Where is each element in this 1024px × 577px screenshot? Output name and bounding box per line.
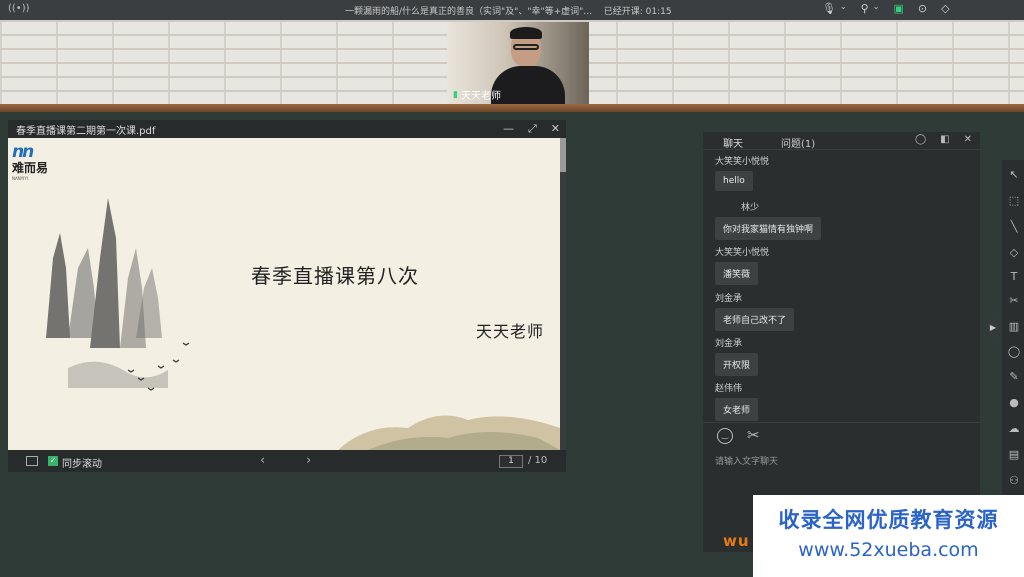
chat-header-icons: ◯ ◧ ✕ xyxy=(915,134,972,145)
camera-status-icon[interactable]: ▣ xyxy=(893,2,903,15)
pdf-footer: ✓ 同步滚动 ‹ › 1 / 10 xyxy=(8,452,566,472)
chevron-down-icon[interactable]: ⌄ xyxy=(840,2,847,15)
message-bubble: 潘笑薇 xyxy=(715,262,759,285)
lesson-title: 一颗漏雨的船/什么是真正的善良（实词"及"、"幸"等+虚词"… xyxy=(345,7,593,17)
teacher-glasses xyxy=(513,44,539,50)
message-sender: 大笑笑小悦悦 xyxy=(715,248,770,258)
webcam-name: 天天老师 xyxy=(460,91,501,102)
message-sender: 刘金承 xyxy=(715,339,743,349)
message-bubble: 老师自己改不了 xyxy=(715,308,795,331)
window-title: 一颗漏雨的船/什么是真正的善良（实词"及"、"幸"等+虚词"… 已经开课: 01… xyxy=(345,4,672,17)
title-bar: ((•)) 一颗漏雨的船/什么是真正的善良（实词"及"、"幸"等+虚词"… 已经… xyxy=(0,0,1024,20)
chat-message: 林少 你对我家猫情有独钟啊 xyxy=(715,200,822,240)
pdf-window-controls: — ⤢ ✕ xyxy=(503,122,560,136)
message-sender: 刘金承 xyxy=(715,294,743,304)
speech-bubble-icon[interactable]: ◯ xyxy=(915,134,926,145)
top-tools: 🎙︎ ⌄ ⚲ ⌄ ▣ ⊙ ◇ xyxy=(822,2,950,15)
message-list: 大笑笑小悦悦 hello 林少 你对我家猫情有独钟啊 大笑笑小悦悦 潘笑薇 刘金… xyxy=(703,150,980,422)
sync-scroll-label: 同步滚动 xyxy=(62,459,102,470)
select-icon[interactable]: ⬚ xyxy=(1007,194,1021,208)
pdf-header: 春季直播课第二期第一次课.pdf — ⤢ ✕ xyxy=(8,120,566,138)
message-bubble: 女老师 xyxy=(715,398,759,421)
class-timer: 已经开课: 01:15 xyxy=(603,7,672,17)
minimize-icon[interactable]: — xyxy=(503,122,514,136)
message-sender: 大笑笑小悦悦 xyxy=(715,157,770,167)
ink-mountain-painting xyxy=(46,198,560,450)
brand-fragment: wu xyxy=(723,532,750,550)
microphone-icon[interactable]: 🎙︎ xyxy=(822,2,836,15)
chat-message: 大笑笑小悦悦 潘笑薇 xyxy=(715,245,769,285)
fullscreen-icon[interactable]: ⤢ xyxy=(528,122,537,136)
teacher-webcam[interactable]: ▮ 天天老师 xyxy=(447,22,589,104)
record-icon[interactable]: ⊙ xyxy=(918,2,927,15)
chat-panel: 聊天 问题(1) ◯ ◧ ✕ 大笑笑小悦悦 hello 林少 你对我家猫情有独钟… xyxy=(703,132,980,552)
slide-author: 天天老师 xyxy=(476,322,545,341)
banner-line-1: 收录全网优质教育资源 xyxy=(778,508,999,532)
drawing-toolbar: ↖ ⬚ ╲ ◇ T ✂ ▥ ◯ ✎ ● ☁ ▤ ⚇ xyxy=(1002,160,1024,500)
banner-line-2: www.52xueba.com xyxy=(798,539,979,561)
pdf-scrollbar[interactable] xyxy=(560,138,566,450)
signal-icon: ((•)) xyxy=(8,3,30,14)
settings-icon[interactable]: ◇ xyxy=(941,2,949,15)
tab-questions[interactable]: 问题(1) xyxy=(781,135,815,150)
trash-icon[interactable]: ▥ xyxy=(1007,320,1021,334)
chat-input[interactable]: 请输入文字聊天 xyxy=(715,454,778,467)
panel-expand-icon[interactable]: ▶ xyxy=(988,318,998,338)
close-icon[interactable]: ✕ xyxy=(964,134,972,145)
message-bubble: 你对我家猫情有独钟啊 xyxy=(715,217,822,240)
mic-active-icon: ▮ xyxy=(453,89,458,100)
eraser-icon[interactable]: ◇ xyxy=(1007,246,1021,260)
previous-page-icon[interactable]: ‹ xyxy=(260,453,265,468)
pdf-viewer-window: 春季直播课第二期第一次课.pdf — ⤢ ✕ nn 难而易 NANYIYI 春季… xyxy=(8,120,566,472)
message-sender: 林少 xyxy=(741,203,760,213)
users-icon[interactable]: ⚇ xyxy=(1007,474,1021,488)
teacher-hair xyxy=(510,27,542,39)
pdf-filename: 春季直播课第二期第一次课.pdf xyxy=(16,125,156,137)
chat-divider xyxy=(703,422,980,423)
pdf-slide: nn 难而易 NANYIYI 春季直播课第八次 天天老师 xyxy=(8,138,560,450)
page-number-input[interactable]: 1 xyxy=(499,455,523,468)
chat-message: 刘金承 开权限 xyxy=(715,336,759,376)
chat-message: 大笑笑小悦悦 hello xyxy=(715,154,769,191)
text-icon[interactable]: T xyxy=(1007,270,1021,284)
page-total: / 10 xyxy=(528,455,548,466)
chevron-down-icon[interactable]: ⌄ xyxy=(873,2,880,15)
slide-title: 春季直播课第八次 xyxy=(251,264,419,288)
wooden-ledge xyxy=(0,104,1024,112)
message-sender: 赵伟伟 xyxy=(715,384,743,394)
record-icon[interactable]: ◯ xyxy=(1007,345,1021,359)
close-icon[interactable]: ✕ xyxy=(551,122,560,136)
scissors-icon[interactable]: ✂ xyxy=(747,426,760,444)
edit-icon[interactable]: ✎ xyxy=(1007,370,1021,384)
webcam-label: ▮ 天天老师 xyxy=(453,87,501,103)
tab-chat[interactable]: 聊天 xyxy=(723,135,743,150)
chat-icon[interactable]: ● xyxy=(1007,396,1021,410)
teacher-body xyxy=(491,66,565,104)
watermark-banner: 收录全网优质教育资源 www.52xueba.com xyxy=(753,495,1024,577)
popout-icon[interactable]: ◧ xyxy=(940,134,949,145)
pen-icon[interactable]: ╲ xyxy=(1007,220,1021,234)
speaker-icon[interactable]: ⚲ xyxy=(861,2,869,15)
message-bubble: 开权限 xyxy=(715,353,759,376)
thumbnail-sidebar-icon[interactable] xyxy=(26,456,38,466)
toolbox-icon[interactable]: ▤ xyxy=(1007,448,1021,462)
emoji-icon[interactable]: ‿ xyxy=(717,428,733,444)
chat-message: 赵伟伟 女老师 xyxy=(715,381,759,421)
chat-message: 刘金承 老师自己改不了 xyxy=(715,291,795,331)
cloud-icon[interactable]: ☁ xyxy=(1007,422,1021,436)
chat-tabs: 聊天 问题(1) ◯ ◧ ✕ xyxy=(703,132,980,150)
scrollbar-thumb[interactable] xyxy=(560,138,566,172)
pointer-icon[interactable]: ↖ xyxy=(1007,168,1021,182)
message-bubble: hello xyxy=(715,171,753,191)
sync-scroll-checkbox[interactable]: ✓ xyxy=(48,456,58,466)
cut-icon[interactable]: ✂ xyxy=(1007,294,1021,308)
next-page-icon[interactable]: › xyxy=(306,453,311,468)
